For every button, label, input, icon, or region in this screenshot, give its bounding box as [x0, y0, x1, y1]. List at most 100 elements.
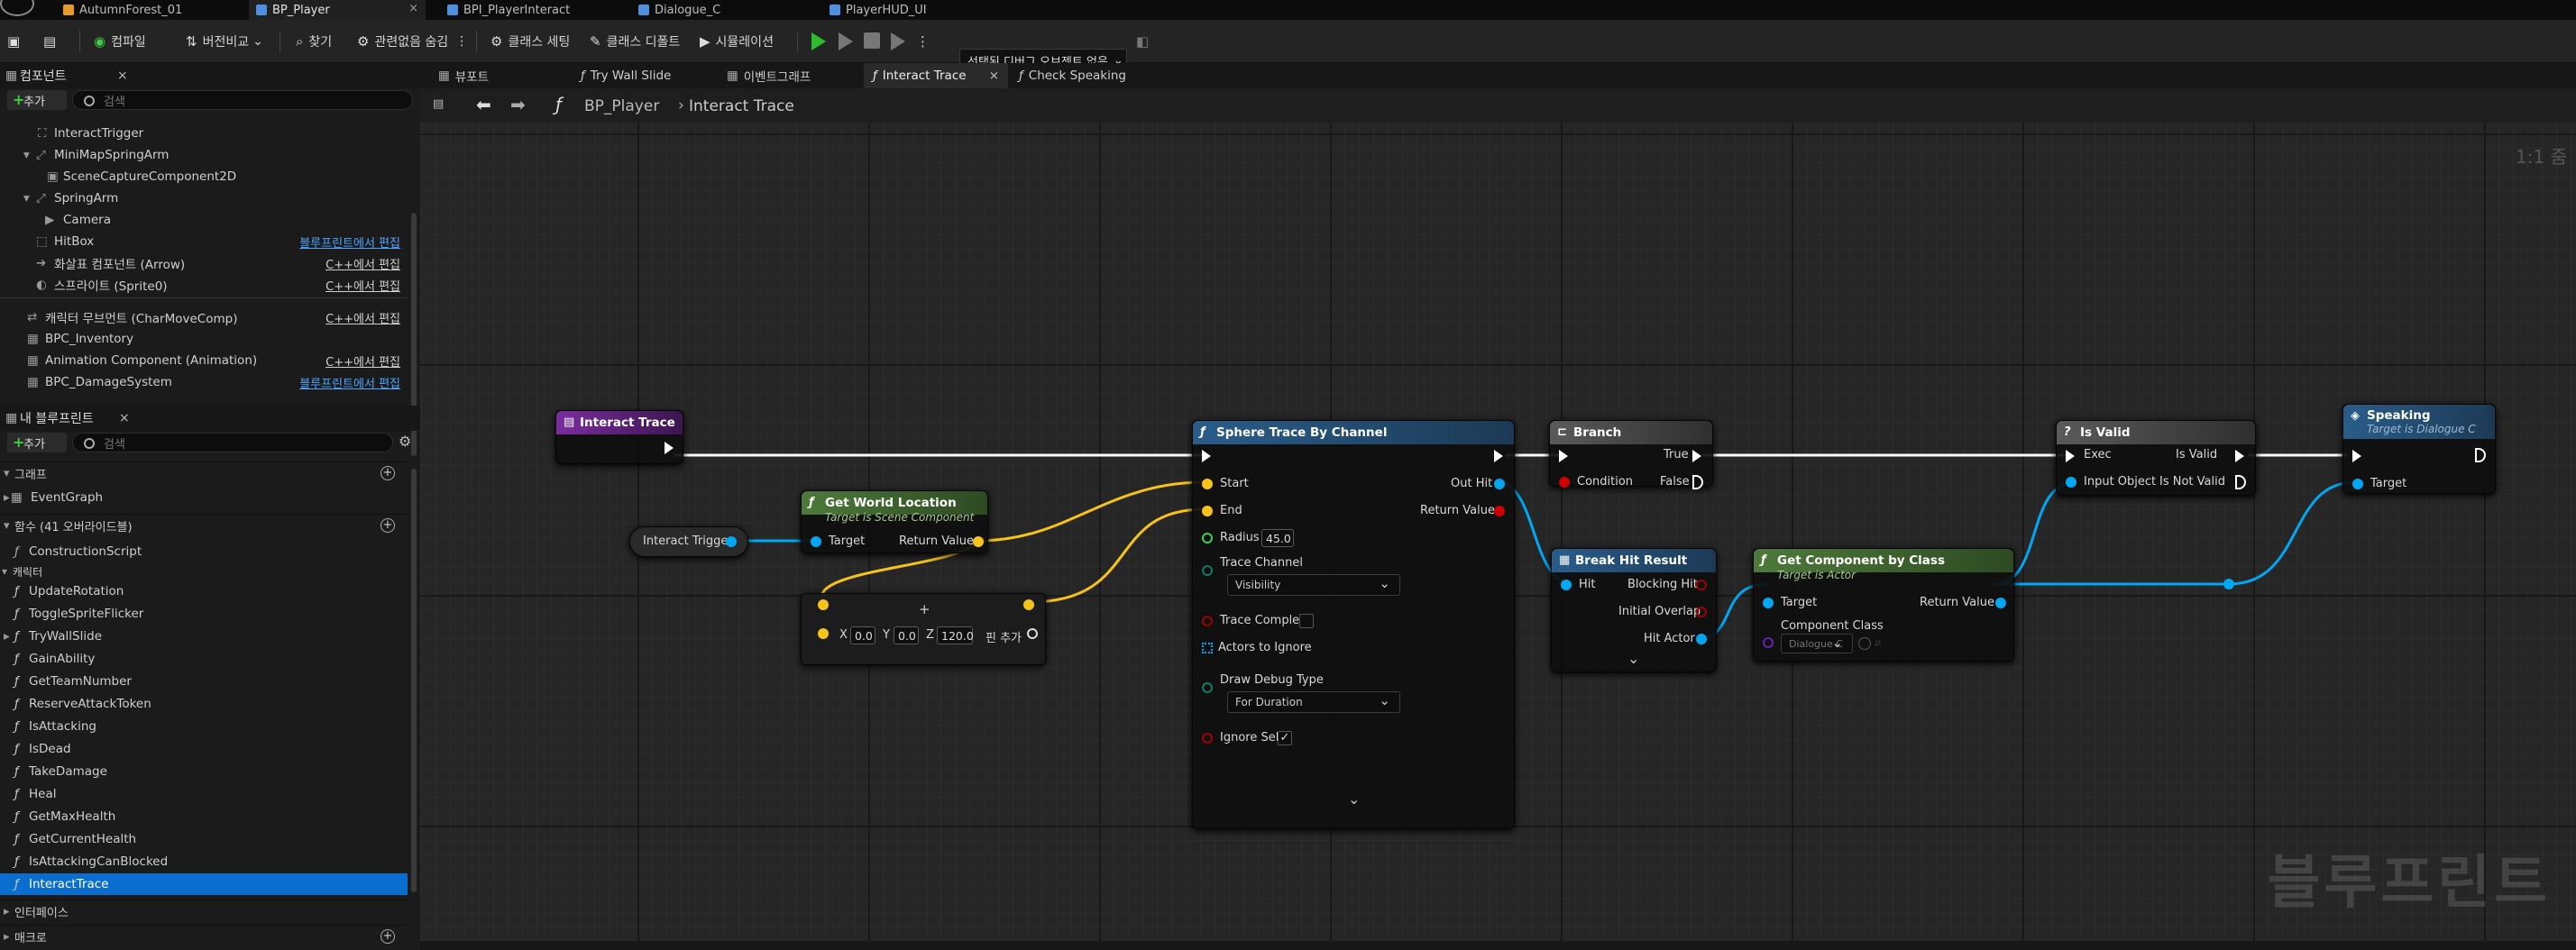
component-row[interactable]: ⬚ HitBox 블루프린트에서 편집 — [0, 231, 408, 252]
function-entry-node[interactable]: ▤ Interact Trace — [555, 410, 683, 464]
draw-debug-pin[interactable] — [1202, 682, 1213, 693]
interact-trigger-variable-node[interactable]: Interact Trigger — [629, 526, 748, 557]
component-row[interactable]: ➔ 화살표 컴포넌트 (Arrow) C++에서 편집 — [0, 252, 408, 274]
tree-expand-icon[interactable]: ▸ — [4, 629, 10, 644]
end-pin[interactable] — [1202, 506, 1213, 516]
function-row[interactable]: ƒ IsDead — [0, 738, 408, 760]
out-hit-pin[interactable] — [1494, 479, 1505, 489]
draw-debug-dropdown[interactable]: For Duration — [1227, 691, 1400, 713]
diff-button[interactable]: ⇅ 버전비교 ⌄ — [186, 29, 263, 54]
function-row[interactable]: ƒ GetCurrentHealth — [0, 828, 408, 850]
exec-in-pin[interactable] — [1559, 450, 1568, 462]
tree-expand-icon[interactable]: ▸ — [4, 490, 10, 505]
graph-row-eventgraph[interactable]: ▸ ▦ EventGraph — [0, 487, 408, 508]
true-exec-pin[interactable] — [1692, 450, 1701, 462]
condition-pin[interactable] — [1559, 477, 1570, 488]
debug-filter-button[interactable]: ◧ — [1136, 29, 1154, 54]
component-row[interactable]: ⛶ InteractTrigger — [0, 123, 408, 144]
function-row[interactable]: ƒ Heal — [0, 783, 408, 805]
target-pin[interactable] — [811, 536, 821, 547]
edit-in-cpp-link[interactable]: C++에서 편집 — [325, 277, 400, 294]
add-graph-icon[interactable]: + — [380, 466, 395, 480]
edit-in-cpp-link[interactable]: C++에서 편집 — [325, 352, 400, 370]
component-row[interactable]: ▾ ⤢ MiniMapSpringArm — [0, 144, 408, 166]
function-row[interactable]: ƒ TakeDamage — [0, 761, 408, 782]
hit-pin[interactable] — [1561, 580, 1572, 590]
functions-section-header[interactable]: ▾ 함수 (41 오버라이드블) + — [0, 514, 408, 537]
browse-icon[interactable] — [1858, 637, 1871, 650]
blocking-hit-pin[interactable] — [1696, 580, 1707, 590]
trace-channel-pin[interactable] — [1202, 565, 1213, 576]
function-row[interactable]: ƒ ReserveAttackToken — [0, 693, 408, 715]
variable-out-pin[interactable] — [726, 536, 737, 547]
interfaces-section-header[interactable]: ▸ 인터페이스 — [0, 900, 408, 923]
component-row[interactable]: ◐ 스프라이트 (Sprite0) C++에서 편집 — [0, 274, 408, 296]
is-valid-exec-pin[interactable] — [2235, 450, 2244, 462]
vector-x-input[interactable]: 0.0 — [850, 626, 875, 644]
macros-section-header[interactable]: ▸ 매크로 + — [0, 925, 408, 948]
find-button[interactable]: ⌕ 찾기 — [296, 29, 332, 54]
class-settings-button[interactable]: ⚙ 클래스 세팅 — [490, 29, 570, 54]
radius-pin[interactable] — [1202, 533, 1213, 544]
expand-chevron-down-icon[interactable]: ⌄ — [1627, 650, 1639, 667]
vector-add-node[interactable]: + X 0.0 Y 0.0 Z 120.0 핀 추가 — [801, 593, 1046, 665]
function-row[interactable]: ƒ ConstructionScript — [0, 541, 408, 562]
return-value-pin[interactable] — [973, 536, 984, 547]
tree-expand-icon[interactable]: ▾ — [23, 148, 30, 162]
component-row[interactable]: ▦ BPC_DamageSystem 블루프린트에서 편집 — [0, 371, 408, 393]
function-row[interactable]: ƒ GainAbility — [0, 648, 408, 670]
close-icon[interactable]: × — [119, 411, 130, 425]
return-value-pin[interactable] — [1995, 598, 2006, 608]
play-options-button[interactable]: ⋮ — [916, 29, 935, 54]
component-row[interactable]: ▦ Animation Component (Animation) C++에서 편집 — [0, 350, 408, 371]
array-pin-icon[interactable] — [1202, 643, 1213, 653]
target-pin[interactable] — [1763, 598, 1774, 608]
function-row[interactable]: ƒ GetMaxHealth — [0, 806, 408, 827]
component-row[interactable]: ▣ SceneCaptureComponent2D — [0, 166, 408, 187]
exec-in-pin[interactable] — [1202, 450, 1211, 462]
exec-out-pin[interactable] — [665, 442, 674, 454]
unreal-logo[interactable] — [0, 0, 34, 16]
exec-in-pin[interactable] — [2352, 450, 2361, 462]
edit-in-cpp-link[interactable]: C++에서 편집 — [325, 255, 400, 272]
browse-button[interactable]: ▤ — [43, 29, 61, 54]
component-row[interactable]: ▦ BPC_Inventory — [0, 328, 408, 350]
ignore-self-checkbox[interactable]: ✓ — [1278, 731, 1292, 745]
function-row[interactable]: ƒ IsAttacking — [0, 716, 408, 737]
close-icon[interactable]: × — [117, 69, 128, 83]
vector-a-pin[interactable] — [818, 599, 829, 610]
trace-channel-dropdown[interactable]: Visibility — [1227, 574, 1400, 596]
trace-complex-checkbox[interactable] — [1299, 614, 1314, 628]
function-row[interactable]: ▸ ƒ TryWallSlide — [0, 626, 408, 647]
is-valid-node[interactable]: ? Is Valid Exec Is Valid Input Object Is … — [2056, 420, 2256, 496]
save-button[interactable]: ▣ — [7, 29, 25, 54]
settings-icon[interactable]: ⚙ — [399, 433, 411, 450]
eject-icon[interactable] — [891, 32, 905, 50]
return-value-pin[interactable] — [1494, 506, 1505, 516]
function-row[interactable]: ƒ UpdateRotation — [0, 580, 408, 602]
start-pin[interactable] — [1202, 479, 1213, 489]
get-component-by-class-node[interactable]: ƒ Get Component by Class Target is Actor T… — [1753, 548, 2014, 662]
file-tab-dialogue-c[interactable]: Dialogue_C — [631, 0, 811, 20]
exec-in-pin[interactable] — [2066, 450, 2075, 462]
file-tab-bp-player[interactable]: BP_Player × — [249, 0, 426, 20]
target-pin[interactable] — [2352, 479, 2363, 489]
component-row[interactable]: ▶ Camera — [0, 209, 408, 231]
component-class-pin[interactable] — [1763, 637, 1774, 648]
category-row[interactable]: ▾ 캐릭터 — [0, 561, 408, 582]
function-row[interactable]: ƒ InteractTrace — [0, 873, 408, 895]
my-blueprint-scrollbar[interactable] — [411, 469, 417, 892]
function-row[interactable]: ƒ GetTeamNumber — [0, 671, 408, 692]
advanced-chevron-down-icon[interactable]: ⌄ — [1348, 790, 1360, 808]
ignore-self-pin[interactable] — [1202, 733, 1213, 744]
component-row[interactable]: ⇄ 캐릭터 무브먼트 (CharMoveComp) C++에서 편집 — [0, 306, 408, 328]
function-row[interactable]: ƒ IsAttackingCanBlocked — [0, 851, 408, 872]
graphs-section-header[interactable]: ▾ 그래프 + — [0, 461, 408, 485]
initial-overlap-pin[interactable] — [1696, 607, 1707, 617]
add-pin-icon[interactable] — [1027, 628, 1038, 639]
more-icon[interactable]: ⋮ — [455, 34, 468, 49]
vector-result-pin[interactable] — [1023, 599, 1034, 610]
file-tab-autumnforest[interactable]: AutumnForest_01 — [56, 0, 245, 20]
tree-expand-icon[interactable]: ▾ — [23, 191, 30, 206]
add-macro-icon[interactable]: + — [380, 929, 395, 944]
